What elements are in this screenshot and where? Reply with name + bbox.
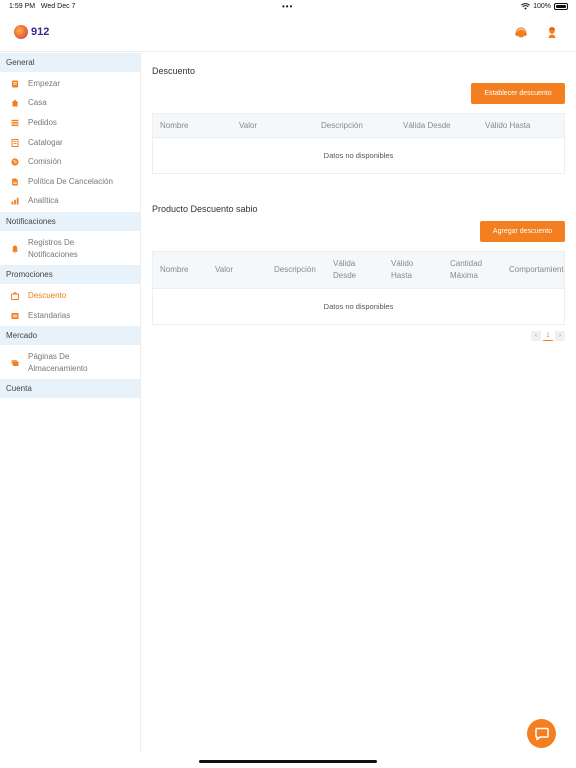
sidebar-item-label: Páginas De Almacenamiento bbox=[28, 352, 88, 374]
discount-table: Nombre Valor Descripción Válida Desde Vá… bbox=[152, 113, 565, 174]
column-valor[interactable]: Valor bbox=[215, 264, 233, 276]
status-bar: 1:59 PM Wed Dec 7 ••• 100% bbox=[0, 0, 576, 14]
sidebar-item-empezar[interactable]: Empezar bbox=[0, 74, 140, 94]
home-icon bbox=[11, 99, 19, 107]
set-discount-button[interactable]: Establecer descuento bbox=[471, 83, 565, 104]
document-icon bbox=[11, 178, 19, 186]
battery-icon bbox=[554, 3, 568, 10]
sidebar-item-label: Pedidos bbox=[28, 117, 57, 127]
sidebar-section-promociones: Promociones bbox=[0, 265, 140, 285]
banner-icon bbox=[11, 312, 19, 320]
chat-button[interactable] bbox=[527, 719, 556, 748]
multitask-dots: ••• bbox=[282, 2, 294, 11]
svg-text:%: % bbox=[13, 160, 18, 166]
app-logo[interactable]: 912 bbox=[14, 25, 49, 39]
sidebar-item-label: Descuento bbox=[28, 290, 67, 300]
start-icon bbox=[11, 80, 19, 88]
bell-icon bbox=[11, 245, 19, 254]
wifi-icon bbox=[521, 3, 531, 10]
sidebar-item-paginas-almacenamiento[interactable]: Páginas De Almacenamiento bbox=[0, 349, 140, 377]
pagination-prev-button[interactable]: ‹ bbox=[531, 331, 541, 341]
sidebar-section-cuenta: Cuenta bbox=[0, 379, 140, 399]
sidebar-section-notificaciones: Notificaciones bbox=[0, 212, 140, 232]
sidebar-section-mercado: Mercado bbox=[0, 326, 140, 346]
product-discount-title: Producto Descuento sabio bbox=[152, 204, 258, 214]
sidebar-item-analitica[interactable]: Analítica bbox=[0, 192, 140, 212]
column-descripcion[interactable]: Descripción bbox=[321, 120, 363, 132]
logo-text: 912 bbox=[31, 26, 50, 38]
sidebar-item-label: Registros De Notificaciones bbox=[28, 238, 78, 260]
discount-empty-state: Datos no disponibles bbox=[323, 151, 394, 160]
support-headset-icon[interactable] bbox=[514, 26, 528, 40]
sidebar-item-label: Casa bbox=[28, 98, 47, 108]
sidebar-item-label: Catalogar bbox=[28, 137, 63, 147]
commission-icon: % bbox=[11, 158, 19, 166]
status-right: 100% bbox=[521, 3, 568, 10]
column-nombre[interactable]: Nombre bbox=[160, 264, 188, 276]
column-descripcion[interactable]: Descripción bbox=[274, 264, 316, 276]
pagination: ‹ 1 › bbox=[531, 331, 565, 341]
column-valor[interactable]: Valor bbox=[239, 120, 257, 132]
add-discount-button[interactable]: Agregar descuento bbox=[480, 221, 565, 242]
store-pages-icon bbox=[11, 359, 19, 367]
sidebar-item-politica-cancelacion[interactable]: Política De Cancelación bbox=[0, 172, 140, 192]
sidebar-item-registros-notificaciones[interactable]: Registros De Notificaciones bbox=[0, 235, 140, 263]
product-discount-table: Nombre Valor Descripción Válida Desde Vá… bbox=[152, 251, 565, 325]
product-discount-table-header: Nombre Valor Descripción Válida Desde Vá… bbox=[153, 252, 564, 289]
column-valida-desde[interactable]: Válida Desde bbox=[403, 120, 451, 132]
sidebar-item-descuento[interactable]: Descuento bbox=[0, 286, 140, 306]
user-avatar-icon[interactable] bbox=[545, 26, 559, 40]
column-valida-desde[interactable]: Válida Desde bbox=[333, 258, 367, 282]
discount-title: Descuento bbox=[152, 66, 196, 76]
pagination-next-button[interactable]: › bbox=[555, 331, 565, 341]
sidebar-item-label: Estandarias bbox=[28, 310, 71, 320]
sidebar: General Empezar Casa Pedidos Catalogar %… bbox=[0, 53, 141, 753]
logo-mark bbox=[14, 25, 28, 39]
column-valido-hasta[interactable]: Válido Hasta bbox=[485, 120, 530, 132]
sidebar-item-label: Política De Cancelación bbox=[28, 176, 113, 186]
column-valido-hasta[interactable]: Válido Hasta bbox=[391, 258, 425, 282]
sidebar-item-label: Analítica bbox=[28, 196, 59, 206]
chat-bubble-icon bbox=[534, 727, 549, 740]
sidebar-item-estandarias[interactable]: Estandarias bbox=[0, 306, 140, 326]
discount-table-header: Nombre Valor Descripción Válida Desde Vá… bbox=[153, 114, 564, 138]
catalog-icon bbox=[11, 138, 19, 147]
sidebar-item-pedidos[interactable]: Pedidos bbox=[0, 113, 140, 133]
product-discount-empty-state: Datos no disponibles bbox=[323, 302, 394, 311]
column-comportamiento[interactable]: Comportamiento bbox=[509, 264, 564, 276]
top-bar: 912 bbox=[0, 16, 576, 52]
pagination-page-1[interactable]: 1 bbox=[543, 331, 553, 341]
analytics-icon bbox=[11, 197, 19, 205]
orders-icon bbox=[11, 119, 19, 127]
column-cantidad-maxima[interactable]: Cantidad Máxima bbox=[450, 258, 494, 282]
sidebar-item-label: Empezar bbox=[28, 78, 61, 88]
discount-icon bbox=[11, 291, 19, 300]
sidebar-section-general: General bbox=[0, 53, 140, 72]
home-indicator bbox=[199, 760, 377, 763]
sidebar-item-catalogar[interactable]: Catalogar bbox=[0, 133, 140, 153]
status-time: 1:59 PM Wed Dec 7 bbox=[9, 3, 76, 10]
column-nombre[interactable]: Nombre bbox=[160, 120, 188, 132]
sidebar-item-comision[interactable]: % Comisión bbox=[0, 152, 140, 172]
sidebar-item-label: Comisión bbox=[28, 157, 62, 167]
battery-percent: 100% bbox=[533, 3, 551, 10]
sidebar-item-casa[interactable]: Casa bbox=[0, 94, 140, 114]
